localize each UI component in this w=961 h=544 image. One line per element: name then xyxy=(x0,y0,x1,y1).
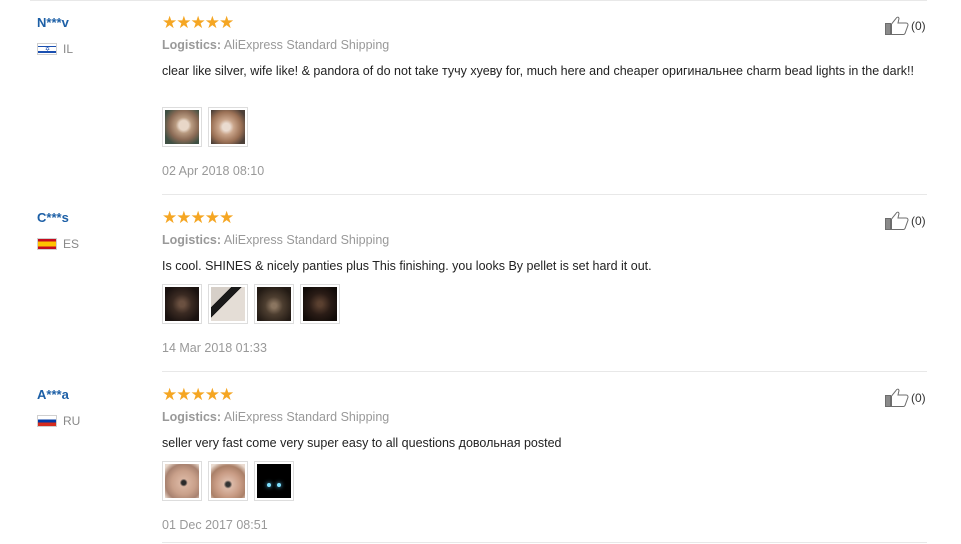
review-divider xyxy=(162,371,927,372)
review-text: clear like silver, wife like! & pandora … xyxy=(162,64,914,78)
reviewer-country: ✡ IL xyxy=(37,41,73,57)
review-photo-thumbnail[interactable] xyxy=(254,284,294,324)
review-photo-thumbnail[interactable] xyxy=(162,107,202,147)
country-code: ES xyxy=(63,237,80,251)
like-count: (0) xyxy=(911,18,926,33)
review-photo-thumbnail[interactable] xyxy=(208,461,248,501)
country-code: RU xyxy=(63,414,81,428)
logistics-label: Logistics: xyxy=(162,410,222,424)
logistics-value: AliExpress Standard Shipping xyxy=(223,233,390,247)
flag-ru-icon xyxy=(37,415,57,427)
thumbs-up-icon[interactable] xyxy=(885,387,909,408)
helpful-vote[interactable]: (0) xyxy=(885,15,926,36)
review-divider xyxy=(162,194,927,195)
reviewer-name[interactable]: A***a xyxy=(37,387,69,402)
review-photos xyxy=(162,107,248,147)
review-date: 02 Apr 2018 08:10 xyxy=(162,164,265,178)
logistics-value: AliExpress Standard Shipping xyxy=(223,410,390,424)
top-divider xyxy=(30,0,927,1)
review-photo-thumbnail[interactable] xyxy=(208,107,248,147)
review-photo-thumbnail[interactable] xyxy=(162,284,202,324)
flag-es-icon xyxy=(37,238,57,250)
review-divider xyxy=(162,542,927,543)
review-photos xyxy=(162,461,294,501)
flag-il-icon: ✡ xyxy=(37,43,57,55)
reviewer-name[interactable]: N***v xyxy=(37,15,69,30)
review-photo-thumbnail[interactable] xyxy=(254,461,294,501)
reviewer-country: RU xyxy=(37,413,80,429)
star-rating: ★★★★★ xyxy=(162,385,234,404)
helpful-vote[interactable]: (0) xyxy=(885,210,926,231)
logistics-info: Logistics: AliExpress Standard Shipping xyxy=(162,233,389,247)
review-photo-thumbnail[interactable] xyxy=(208,284,248,324)
star-rating: ★★★★★ xyxy=(162,13,234,32)
reviewer-name[interactable]: C***s xyxy=(37,210,69,225)
logistics-info: Logistics: AliExpress Standard Shipping xyxy=(162,38,389,52)
star-rating: ★★★★★ xyxy=(162,208,234,227)
logistics-value: AliExpress Standard Shipping xyxy=(223,38,390,52)
logistics-info: Logistics: AliExpress Standard Shipping xyxy=(162,410,389,424)
like-count: (0) xyxy=(911,213,926,228)
thumbs-up-icon[interactable] xyxy=(885,210,909,231)
review-date: 14 Mar 2018 01:33 xyxy=(162,341,267,355)
review-text: Is cool. SHINES & nicely panties plus Th… xyxy=(162,259,652,273)
review-date: 01 Dec 2017 08:51 xyxy=(162,518,268,532)
thumbs-up-icon[interactable] xyxy=(885,15,909,36)
review-photo-thumbnail[interactable] xyxy=(162,461,202,501)
country-code: IL xyxy=(63,42,74,56)
helpful-vote[interactable]: (0) xyxy=(885,387,926,408)
reviewer-country: ES xyxy=(37,236,79,252)
review-photo-thumbnail[interactable] xyxy=(300,284,340,324)
review-text: seller very fast come very super easy to… xyxy=(162,436,562,450)
logistics-label: Logistics: xyxy=(162,38,222,52)
review-photos xyxy=(162,284,340,324)
like-count: (0) xyxy=(911,390,926,405)
logistics-label: Logistics: xyxy=(162,233,222,247)
